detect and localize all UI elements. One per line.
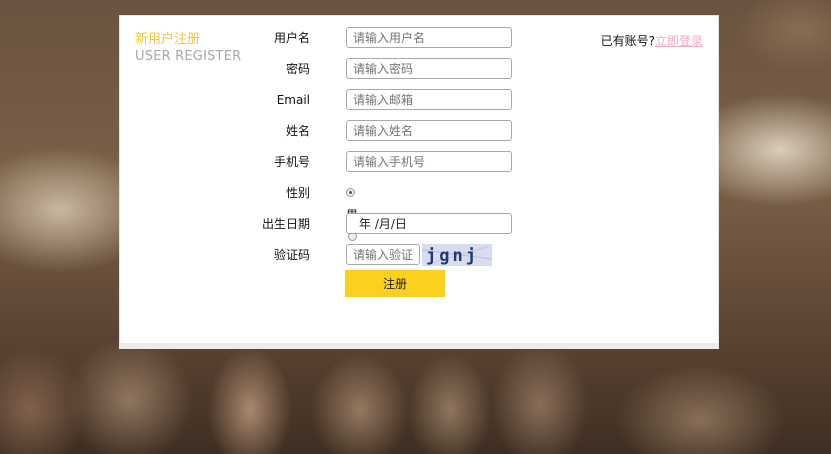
phone-input[interactable]	[346, 151, 512, 172]
captcha-image[interactable]: jgnj	[422, 244, 492, 266]
password-input[interactable]	[346, 58, 512, 79]
email-label: Email	[276, 93, 310, 107]
gender-label: 性别	[285, 186, 310, 200]
phone-label: 手机号	[273, 155, 310, 169]
captcha-label: 验证码	[273, 248, 310, 262]
have-account-text: 已有账号?立即登录	[601, 32, 703, 49]
have-account-prompt: 已有账号?	[600, 34, 655, 48]
register-button[interactable]: 注册	[345, 270, 445, 297]
register-card: 新用户注册 USER REGISTER 已有账号?立即登录 用户名 密码 Ema…	[119, 15, 719, 349]
email-input[interactable]	[346, 89, 512, 110]
username-input[interactable]	[346, 27, 512, 48]
captcha-input[interactable]	[346, 244, 420, 265]
captcha-graphic: jgnj	[422, 246, 492, 266]
name-input[interactable]	[346, 120, 512, 141]
birthday-input[interactable]	[346, 213, 512, 234]
birthday-label: 出生日期	[261, 217, 310, 231]
captcha-row: 验证码 jgnj	[120, 244, 720, 266]
login-link[interactable]: 立即登录	[655, 34, 703, 48]
name-label: 姓名	[285, 124, 310, 138]
username-label: 用户名	[273, 31, 310, 45]
password-label: 密码	[285, 62, 310, 76]
gender-male-radio[interactable]	[346, 188, 355, 197]
captcha-text: jgnj	[426, 246, 479, 266]
